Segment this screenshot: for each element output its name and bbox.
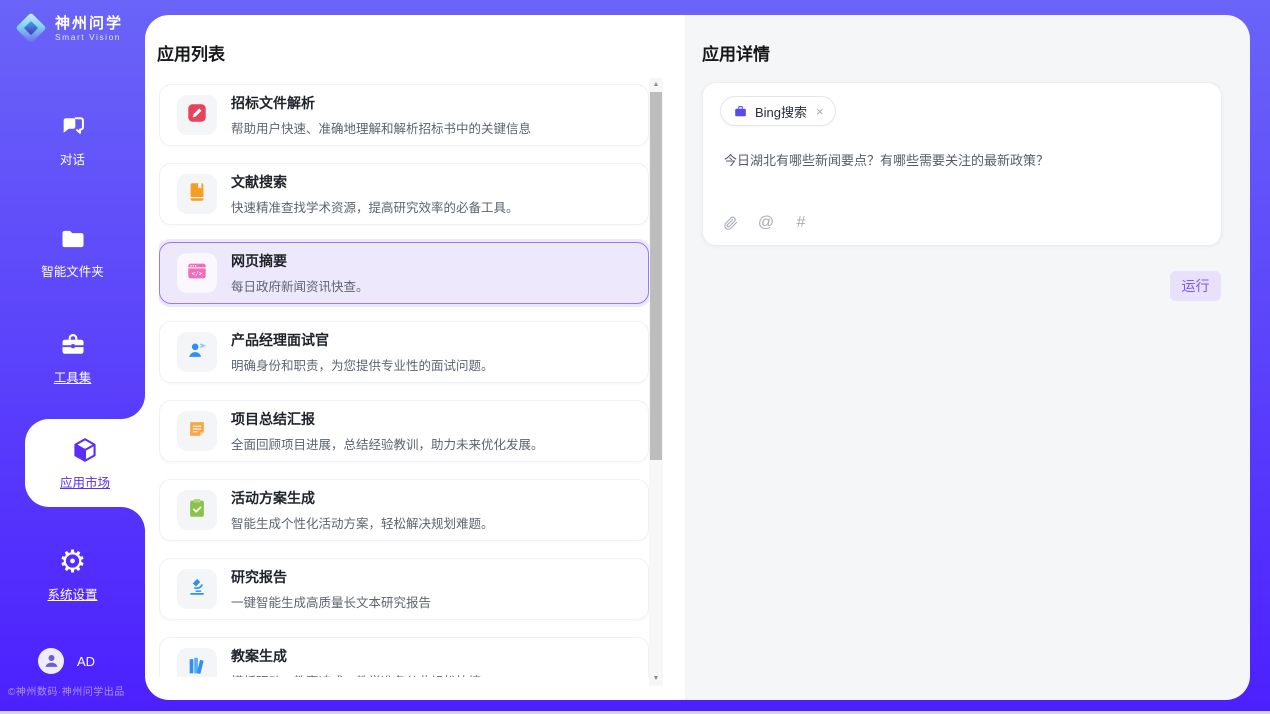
app-icon-tile — [177, 411, 217, 451]
sidebar-item-folder[interactable]: 智能文件夹 — [0, 212, 145, 292]
chat-icon — [58, 112, 88, 142]
app-card-list: 招标文件解析 帮助用户快速、准确地理解和解析招标书中的关键信息 文献搜索 快速精… — [159, 84, 649, 677]
edit-icon — [186, 102, 208, 129]
app-card[interactable]: 研究报告 一键智能生成高质量长文本研究报告 — [159, 558, 649, 620]
app-card-title: 文献搜索 — [231, 172, 519, 192]
app-card-desc: 帮助用户快速、准确地理解和解析招标书中的关键信息 — [231, 118, 531, 137]
sidebar-item-gear[interactable]: ⚙ 系统设置 — [0, 535, 145, 615]
copyright-text: ©神州数码·神州问学出品 — [8, 683, 148, 698]
sidebar-item-label: 系统设置 — [47, 584, 97, 603]
query-input[interactable]: 今日湖北有哪些新闻要点？有哪些需要关注的最新政策？ — [724, 151, 1201, 170]
input-toolbar: @# — [722, 214, 810, 232]
lesson-icon — [186, 655, 208, 678]
interview-icon — [186, 339, 208, 366]
brand-logo: 神州问学 Smart Vision — [16, 13, 123, 43]
note-icon — [186, 418, 208, 445]
app-card-desc: 智能生成个性化活动方案，轻松解决规划难题。 — [231, 513, 494, 532]
sidebar-item-cube[interactable]: 应用市场 — [25, 419, 145, 507]
gear-icon: ⚙ — [58, 547, 88, 577]
scroll-down-icon[interactable]: ▼ — [649, 672, 663, 686]
at-icon[interactable]: @ — [757, 214, 775, 232]
scrollbar[interactable]: ▲ ▼ — [649, 78, 663, 686]
sidebar-item-label: 工具集 — [54, 367, 92, 386]
app-card-desc: 模板驱动，教案速成，教学准备从此轻松快捷 — [231, 671, 481, 677]
active-tab-curve-bottom — [121, 507, 145, 531]
app-card-desc: 每日政府新闻资讯快查。 — [231, 276, 369, 295]
scroll-up-icon[interactable]: ▲ — [649, 78, 663, 92]
app-card-title: 研究报告 — [231, 567, 431, 587]
app-card[interactable]: 项目总结汇报 全面回顾项目进展，总结经验教训，助力未来优化发展。 — [159, 400, 649, 462]
app-detail-panel: 应用详情 Bing搜索 × 今日湖北有哪些新闻要点？有哪些需要关注的最新政策？ … — [685, 15, 1250, 700]
app-card-desc: 快速精准查找学术资源，提高研究效率的必备工具。 — [231, 197, 519, 216]
app-card[interactable]: 教案生成 模板驱动，教案速成，教学准备从此轻松快捷 — [159, 637, 649, 677]
user-avatar-icon — [43, 649, 60, 674]
app-icon-tile: </> — [177, 253, 217, 293]
app-card-desc: 明确身份和职责，为您提供专业性的面试问题。 — [231, 355, 494, 374]
active-tab-curve-top — [121, 395, 145, 419]
svg-text:</>: </> — [192, 270, 203, 277]
tool-chip-bing-search[interactable]: Bing搜索 × — [720, 96, 836, 126]
report-icon — [186, 576, 208, 603]
sidebar-item-label: 应用市场 — [60, 472, 110, 491]
app-card[interactable]: </> 网页摘要 每日政府新闻资讯快查。 — [159, 242, 649, 304]
brand-name: 神州问学 — [55, 15, 123, 32]
app-icon-tile — [177, 332, 217, 372]
hash-icon[interactable]: # — [792, 214, 810, 232]
paperclip-icon[interactable] — [722, 214, 740, 232]
book-icon — [186, 181, 208, 208]
app-card-title: 活动方案生成 — [231, 488, 494, 508]
app-icon-tile — [177, 174, 217, 214]
plan-icon — [186, 497, 208, 524]
app-card[interactable]: 产品经理面试官 明确身份和职责，为您提供专业性的面试问题。 — [159, 321, 649, 383]
app-icon-tile — [177, 490, 217, 530]
app-card[interactable]: 活动方案生成 智能生成个性化活动方案，轻松解决规划难题。 — [159, 479, 649, 541]
user-account[interactable]: AD — [38, 648, 95, 674]
toolbox-icon — [58, 330, 88, 360]
briefcase-icon — [733, 104, 748, 119]
user-initials: AD — [77, 654, 95, 669]
sidebar-item-chat[interactable]: 对话 — [0, 100, 145, 180]
app-card-title: 产品经理面试官 — [231, 330, 494, 350]
scrollbar-thumb[interactable] — [650, 92, 662, 460]
sidebar-item-label: 对话 — [60, 149, 85, 168]
cube-icon — [70, 435, 100, 465]
gem-logo-icon — [16, 13, 46, 43]
app-card-desc: 全面回顾项目进展，总结经验教训，助力未来优化发展。 — [231, 434, 544, 453]
sidebar-item-label: 智能文件夹 — [41, 261, 104, 280]
run-button[interactable]: 运行 — [1170, 271, 1221, 301]
sidebar-item-toolbox[interactable]: 工具集 — [0, 318, 145, 398]
app-card-title: 招标文件解析 — [231, 93, 531, 113]
app-card[interactable]: 文献搜索 快速精准查找学术资源，提高研究效率的必备工具。 — [159, 163, 649, 225]
avatar[interactable] — [38, 648, 64, 674]
app-detail-title: 应用详情 — [702, 40, 770, 65]
app-card-title: 网页摘要 — [231, 251, 369, 271]
app-card-desc: 一键智能生成高质量长文本研究报告 — [231, 592, 431, 611]
web-icon: </> — [186, 260, 208, 287]
brand-tagline: Smart Vision — [55, 32, 123, 42]
folder-icon — [58, 224, 88, 254]
app-list-title: 应用列表 — [157, 40, 225, 65]
close-icon[interactable]: × — [816, 104, 824, 119]
app-card[interactable]: 招标文件解析 帮助用户快速、准确地理解和解析招标书中的关键信息 — [159, 84, 649, 146]
app-icon-tile — [177, 569, 217, 609]
app-card-title: 项目总结汇报 — [231, 409, 544, 429]
app-card-title: 教案生成 — [231, 646, 481, 666]
prompt-card: Bing搜索 × 今日湖北有哪些新闻要点？有哪些需要关注的最新政策？ @# — [702, 82, 1222, 246]
app-icon-tile — [177, 648, 217, 677]
app-list-panel: 应用列表 招标文件解析 帮助用户快速、准确地理解和解析招标书中的关键信息 文献搜… — [145, 15, 685, 700]
tool-chip-label: Bing搜索 — [755, 102, 807, 121]
sidebar: 神州问学 Smart Vision 对话 智能文件夹 工具集 应用市场 ⚙ 系统… — [0, 0, 145, 711]
app-icon-tile — [177, 95, 217, 135]
content-area: 应用列表 招标文件解析 帮助用户快速、准确地理解和解析招标书中的关键信息 文献搜… — [145, 15, 1250, 700]
